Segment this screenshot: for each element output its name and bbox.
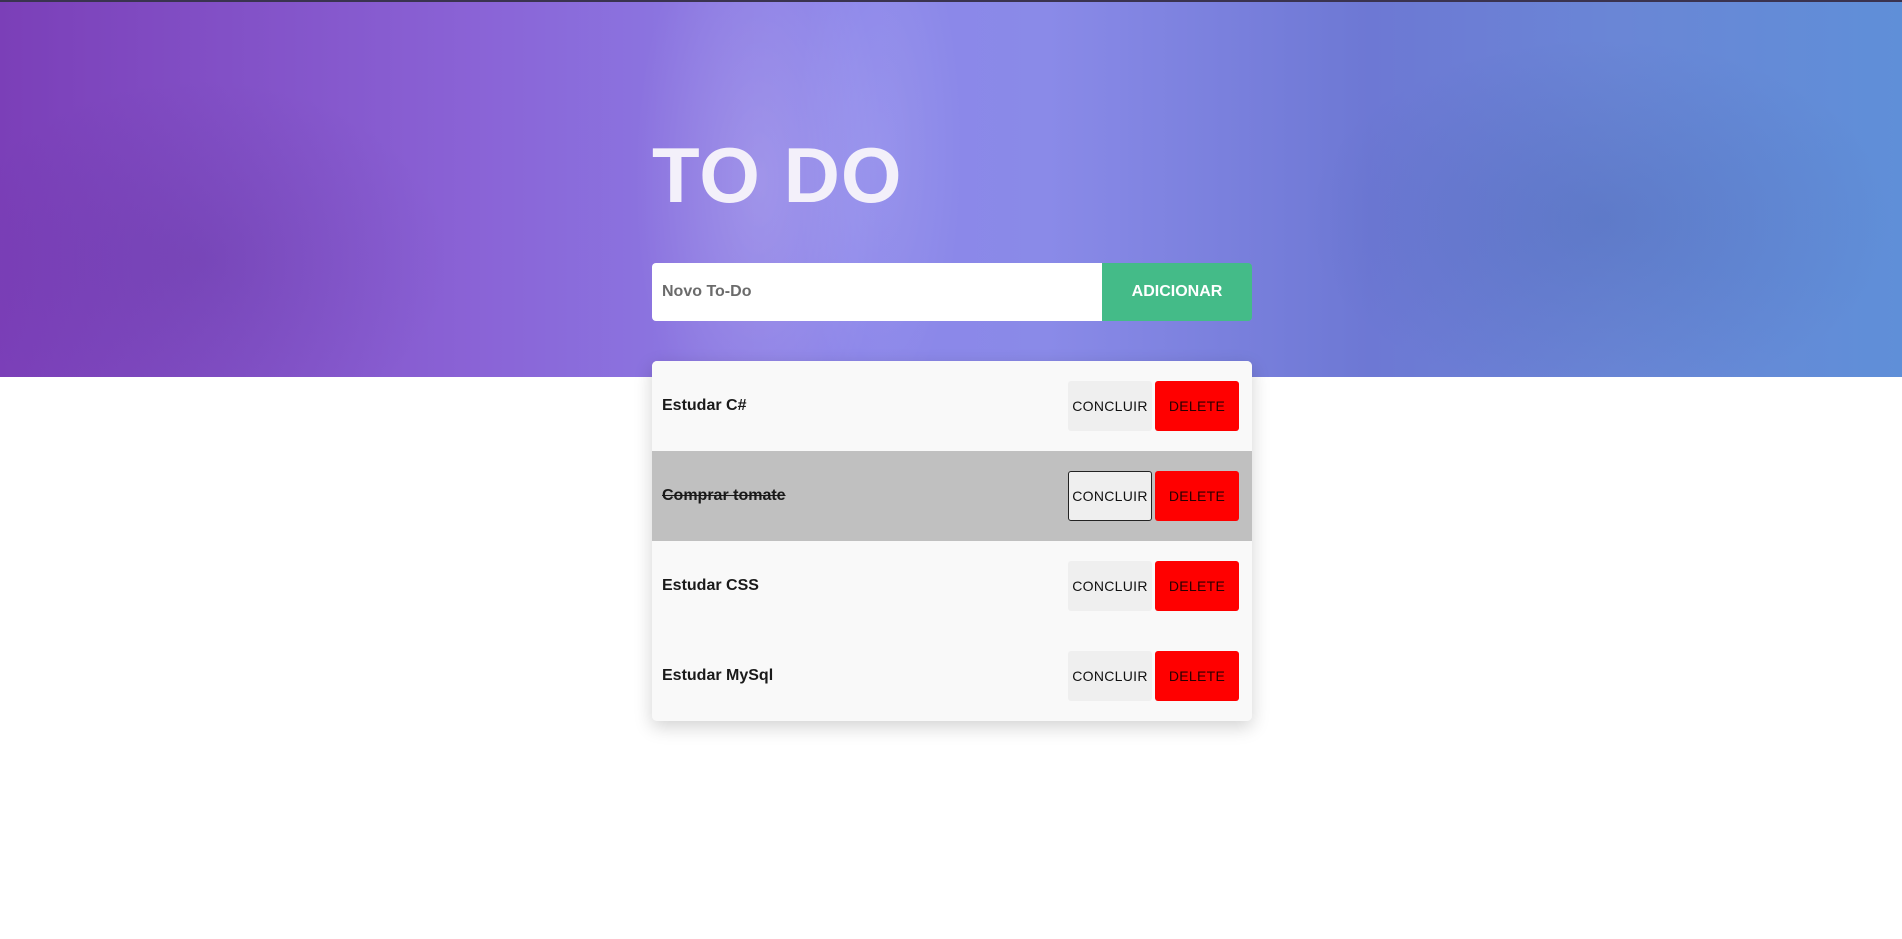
todo-actions: CONCLUIR DELETE [1068, 561, 1239, 611]
todo-label: Estudar CSS [662, 577, 759, 594]
todo-item: Estudar C# CONCLUIR DELETE [652, 361, 1252, 451]
todo-actions: CONCLUIR DELETE [1068, 381, 1239, 431]
delete-button[interactable]: DELETE [1155, 561, 1239, 611]
todo-item: Estudar MySql CONCLUIR DELETE [652, 631, 1252, 721]
delete-button[interactable]: DELETE [1155, 381, 1239, 431]
todo-actions: CONCLUIR DELETE [1068, 651, 1239, 701]
todo-item-done: Comprar tomate CONCLUIR DELETE [652, 451, 1252, 541]
todo-actions: CONCLUIR DELETE [1068, 471, 1239, 521]
todo-label: Estudar C# [662, 397, 747, 414]
conclude-button[interactable]: CONCLUIR [1068, 561, 1152, 611]
todo-list: Estudar C# CONCLUIR DELETE Comprar tomat… [652, 361, 1252, 721]
add-todo-form: ADICIONAR [652, 263, 1252, 321]
conclude-button[interactable]: CONCLUIR [1068, 381, 1152, 431]
top-border [0, 0, 1902, 2]
delete-button[interactable]: DELETE [1155, 471, 1239, 521]
todo-label: Comprar tomate [662, 487, 786, 504]
page-title: TO DO [652, 131, 903, 219]
todo-label: Estudar MySql [662, 667, 774, 684]
add-button[interactable]: ADICIONAR [1102, 263, 1252, 321]
todo-item: Estudar CSS CONCLUIR DELETE [652, 541, 1252, 631]
conclude-button[interactable]: CONCLUIR [1068, 651, 1152, 701]
conclude-button[interactable]: CONCLUIR [1068, 471, 1152, 521]
delete-button[interactable]: DELETE [1155, 651, 1239, 701]
new-todo-input[interactable] [652, 263, 1102, 321]
